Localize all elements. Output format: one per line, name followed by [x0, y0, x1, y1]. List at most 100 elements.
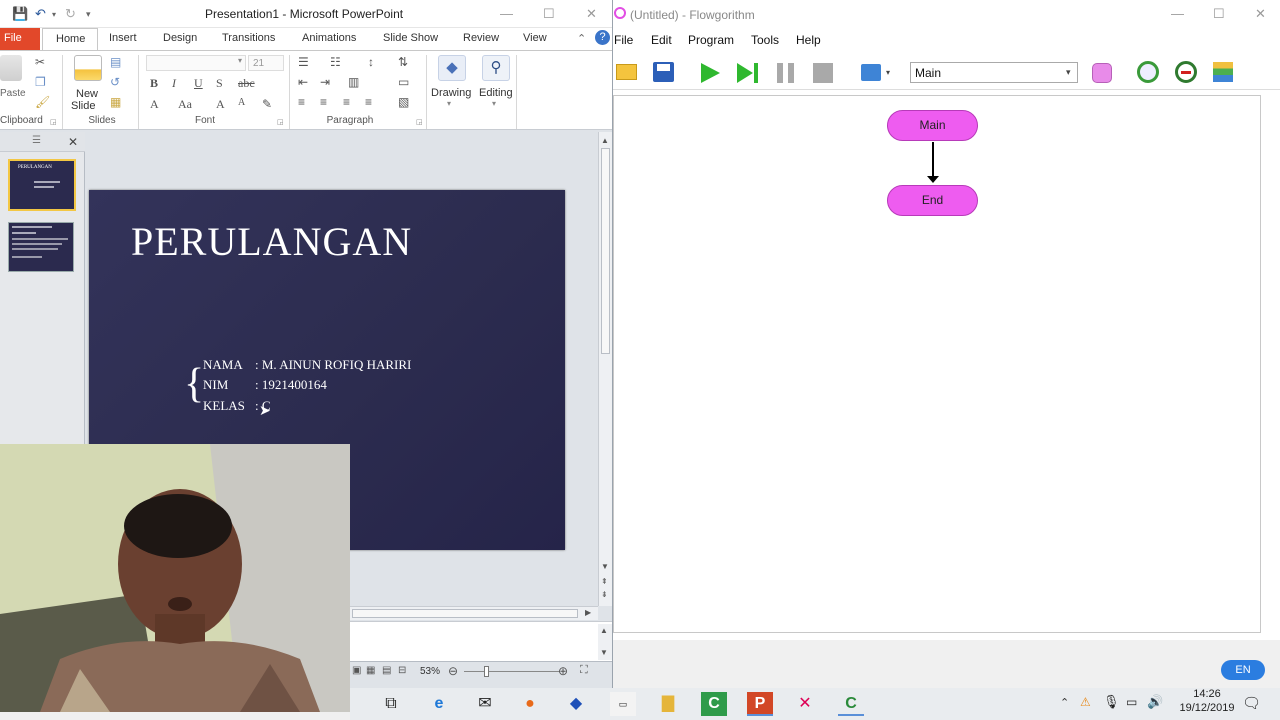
- drawing-icon[interactable]: ◆: [438, 55, 466, 81]
- clear-format-icon[interactable]: ✎: [262, 97, 272, 112]
- maximize-icon[interactable]: ☐: [543, 6, 555, 22]
- decrease-indent-icon[interactable]: ⇤: [298, 75, 308, 89]
- smartart-icon[interactable]: ▧: [398, 95, 409, 109]
- scroll-right-icon[interactable]: ▶: [585, 608, 591, 617]
- tab-review[interactable]: Review: [463, 32, 499, 44]
- flowgorithm-taskbar-icon[interactable]: C: [838, 692, 864, 716]
- justify-icon[interactable]: ≡: [365, 95, 372, 109]
- open-folder-icon[interactable]: [616, 64, 637, 80]
- previous-slide-icon[interactable]: ⇞: [601, 577, 608, 586]
- redo-icon[interactable]: ↻: [65, 6, 76, 22]
- file-explorer-icon[interactable]: ▇: [655, 692, 681, 716]
- shrink-font-icon[interactable]: A: [238, 97, 245, 108]
- outline-tab-icon[interactable]: ☰: [32, 135, 41, 146]
- scroll-up-icon[interactable]: ▲: [601, 136, 609, 145]
- minimize-icon[interactable]: —: [500, 6, 513, 21]
- menu-tools[interactable]: Tools: [751, 33, 779, 47]
- tab-file[interactable]: File: [0, 28, 40, 50]
- strikethrough-icon[interactable]: abc: [238, 76, 255, 91]
- fit-to-window-icon[interactable]: ⛶: [580, 664, 588, 677]
- font-name-select[interactable]: [146, 55, 246, 71]
- slide-title[interactable]: PERULANGAN: [131, 218, 412, 265]
- paste-icon[interactable]: [0, 55, 22, 81]
- next-slide-icon[interactable]: ⇟: [601, 590, 608, 599]
- run-icon[interactable]: [699, 62, 721, 84]
- zoom-out-icon[interactable]: ⊖: [448, 664, 458, 678]
- slide-thumbnail-1[interactable]: PERULANGAN: [8, 159, 76, 211]
- tab-animations[interactable]: Animations: [302, 32, 356, 44]
- columns-icon[interactable]: ▥: [348, 75, 359, 89]
- align-right-icon[interactable]: ≡: [343, 95, 350, 109]
- zoom-slider-thumb[interactable]: [484, 666, 489, 677]
- chevron-down-icon[interactable]: ▾: [886, 68, 890, 77]
- align-text-icon[interactable]: ▭: [398, 75, 409, 89]
- language-badge[interactable]: EN: [1221, 660, 1265, 680]
- start-node[interactable]: Main: [887, 110, 978, 141]
- undo-icon[interactable]: ↶: [35, 6, 46, 22]
- scroll-down-icon[interactable]: ▼: [600, 648, 608, 657]
- customize-qat-icon[interactable]: ▾: [86, 9, 91, 20]
- text-direction-icon[interactable]: ⇅: [398, 55, 408, 69]
- new-slide-icon[interactable]: [74, 55, 102, 81]
- show-hidden-icons-icon[interactable]: ⌃: [1060, 696, 1069, 709]
- slide-sorter-icon[interactable]: ▦: [366, 665, 375, 676]
- underline-icon[interactable]: U: [194, 76, 203, 91]
- amazon-icon[interactable]: ▭: [610, 692, 636, 716]
- tab-insert[interactable]: Insert: [109, 32, 137, 44]
- vertical-scrollbar[interactable]: ▲ ▼ ⇞ ⇟: [598, 132, 612, 606]
- chevron-down-icon[interactable]: ▾: [238, 56, 242, 65]
- paste-label[interactable]: Paste: [0, 88, 26, 99]
- copy-icon[interactable]: ❐: [35, 75, 46, 89]
- speed-icon[interactable]: [861, 64, 881, 81]
- camtasia-icon[interactable]: C: [701, 692, 727, 716]
- stop-icon[interactable]: [813, 63, 833, 83]
- font-launcher-icon[interactable]: ◲: [277, 118, 284, 126]
- dropbox-icon[interactable]: ◆: [563, 692, 589, 716]
- scroll-up-icon[interactable]: ▲: [600, 626, 608, 635]
- format-painter-icon[interactable]: 🖌: [35, 95, 50, 109]
- minimize-ribbon-icon[interactable]: ⌃: [577, 32, 586, 45]
- horizontal-scrollbar[interactable]: ▶: [350, 606, 598, 620]
- layout-icon[interactable]: ▤: [110, 55, 121, 69]
- zoom-in-icon[interactable]: ⊕: [558, 664, 568, 678]
- notes-scrollbar[interactable]: ▲ ▼: [598, 624, 612, 660]
- editing-button[interactable]: Editing: [479, 87, 513, 99]
- save-icon[interactable]: 💾: [12, 6, 28, 22]
- battery-icon[interactable]: ▭: [1126, 695, 1137, 709]
- minimize-icon[interactable]: —: [1171, 6, 1184, 21]
- slideshow-icon[interactable]: ⊟: [398, 665, 406, 676]
- bold-icon[interactable]: B: [150, 76, 158, 91]
- align-center-icon[interactable]: ≡: [320, 95, 327, 109]
- numbering-icon[interactable]: ☷: [330, 55, 341, 69]
- slide-thumbnail-2[interactable]: [8, 222, 74, 272]
- step-icon[interactable]: [736, 62, 760, 84]
- cut-icon[interactable]: ✂: [35, 55, 45, 69]
- scroll-down-icon[interactable]: ▼: [601, 562, 609, 571]
- menu-file[interactable]: File: [614, 33, 633, 47]
- italic-icon[interactable]: I: [172, 76, 176, 91]
- help-icon[interactable]: ?: [595, 30, 610, 45]
- chevron-down-icon[interactable]: ▾: [447, 99, 451, 108]
- drawing-app-icon[interactable]: ✕: [792, 692, 818, 716]
- grow-font-icon[interactable]: A: [216, 97, 225, 112]
- font-size-select[interactable]: 21: [248, 55, 284, 71]
- close-panel-icon[interactable]: ✕: [68, 135, 78, 149]
- volume-icon[interactable]: 🔊: [1147, 694, 1163, 710]
- powerpoint-icon[interactable]: P: [747, 692, 773, 716]
- new-slide-label[interactable]: New: [76, 88, 98, 100]
- scroll-thumb[interactable]: [601, 148, 610, 354]
- text-color-icon[interactable]: A: [150, 97, 159, 112]
- clipboard-launcher-icon[interactable]: ◲: [50, 118, 57, 126]
- notification-center-icon[interactable]: 🗨: [1242, 694, 1261, 712]
- line-spacing-icon[interactable]: ↕: [368, 55, 374, 69]
- maximize-icon[interactable]: ☐: [1213, 6, 1225, 22]
- change-case-icon[interactable]: Aa: [178, 97, 192, 112]
- mail-icon[interactable]: ✉: [472, 692, 498, 716]
- chevron-down-icon[interactable]: ▾: [492, 99, 496, 108]
- functions-icon[interactable]: [1092, 63, 1112, 83]
- drawing-button[interactable]: Drawing: [431, 87, 471, 99]
- zoom-level[interactable]: 53%: [420, 666, 440, 677]
- zoom-slider[interactable]: [464, 671, 560, 672]
- section-icon[interactable]: ▦: [110, 95, 121, 109]
- notes-pane[interactable]: ▲ ▼: [350, 621, 612, 661]
